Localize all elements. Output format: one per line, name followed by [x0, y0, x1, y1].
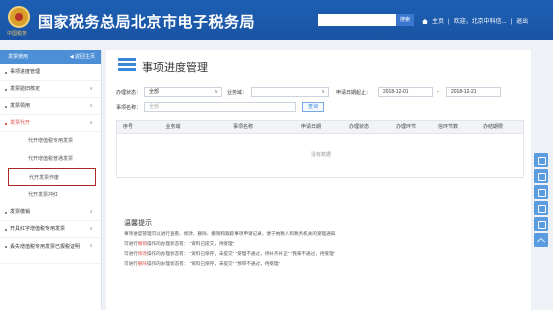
- tip-text: 操作的办理状态有： "资料已保存，未提交" "受理不通过，待补齐补正" "我来不…: [147, 251, 336, 256]
- sidebar-subitem-void[interactable]: 代开发票作废: [8, 168, 96, 186]
- bullet-icon: [5, 246, 7, 248]
- tips-title: 温馨提示: [124, 220, 152, 227]
- chevron-down-icon: ∨: [89, 226, 93, 232]
- sidebar-subitem-vat-general[interactable]: 代开增值税普通发票: [0, 150, 101, 168]
- sidebar-item-issue-on-behalf[interactable]: 发票代开 ∧: [0, 115, 101, 132]
- bullet-icon: [5, 123, 7, 125]
- date-to-input[interactable]: 2018-12-21: [446, 87, 501, 97]
- back-home-link[interactable]: ◀ 返回主页: [70, 50, 95, 64]
- chevron-down-icon: ∨: [89, 243, 93, 249]
- item-name-label: 事项名称：: [116, 105, 142, 111]
- tip-line: 事项进度管理可以进行查看、修改、删除、撤销和跟踪事项申请记录，便于纳税人和税务机…: [124, 231, 335, 237]
- col-header: 办理环节: [395, 124, 417, 130]
- business-select[interactable]: ∨: [251, 87, 329, 97]
- bullet-icon: [5, 212, 7, 214]
- tip-text: 操作的办理状态有： "资料已保存，未提交" "预审不通过，待受理": [147, 261, 281, 266]
- tip-line: 可进行撤销操作的办理状态有： "资料已提交，待受理": [124, 241, 234, 247]
- date-from-input[interactable]: 2018-12-01: [378, 87, 433, 97]
- sidebar-item-label: 丢失增值税专用发票已报税证明: [10, 244, 81, 250]
- col-header: 信环节数: [437, 124, 459, 130]
- col-header: 申请日期: [300, 124, 322, 130]
- header-separator: |: [510, 19, 513, 25]
- help-icon[interactable]: [534, 153, 548, 167]
- sidebar-item-verify[interactable]: 发票验旧核定 ∨: [0, 81, 101, 98]
- chevron-up-icon: ∧: [89, 120, 93, 126]
- bullet-icon: [5, 106, 7, 108]
- copy-icon[interactable]: [534, 217, 548, 231]
- sidebar-subitem-red-reverse[interactable]: 代开发票冲红: [0, 186, 101, 204]
- header-separator: |: [448, 19, 450, 25]
- sidebar-item-label: 发票代开: [10, 120, 31, 126]
- sidebar-title: 发票使用: [8, 54, 29, 60]
- tax-emblem-icon: [8, 6, 30, 28]
- tip-prefix: 可进行: [124, 241, 138, 246]
- back-to-top-icon[interactable]: [534, 233, 548, 247]
- chevron-down-icon: ∨: [89, 103, 93, 109]
- sidebar-item-cancel[interactable]: 发票缴销 ∨: [0, 204, 101, 221]
- tip-prefix: 可进行: [124, 261, 138, 266]
- header-search-button[interactable]: 搜索: [396, 14, 414, 26]
- empty-table-message: 没有数据: [310, 152, 331, 158]
- sidebar-item-receive[interactable]: 发票领用 ∨: [0, 98, 101, 115]
- business-label: 业务域：: [227, 90, 248, 96]
- header-links: 主页 | 欢迎，北京中科信... | 退出: [420, 16, 530, 25]
- chat-icon[interactable]: [534, 169, 548, 183]
- sidebar-item-lost-invoice[interactable]: 丢失增值税专用发票已报税证明 ∨: [0, 238, 101, 264]
- table-header: 序号 业务域 事项名称 申请日期 办理状态 办理环节 信环节数 办结期限: [116, 120, 524, 134]
- sidebar-subitem-vat-special[interactable]: 代开增值税专用发票: [0, 132, 101, 150]
- sidebar-item-label: 发票领用: [10, 103, 31, 109]
- chevron-down-icon: ∨: [89, 209, 93, 215]
- sidebar-header: 发票使用 ◀ 返回主页: [0, 50, 101, 64]
- item-name-select-value: 全部: [149, 104, 160, 110]
- welcome-user-link[interactable]: 欢迎，北京中科信...: [454, 19, 507, 25]
- col-header: 事项名称: [232, 124, 254, 130]
- tip-text: 事项进度管理可以进行查看、修改、删除、撤销和跟踪事项申请记录，便于纳税人和税务机…: [124, 231, 336, 236]
- sidebar-item-label: 事项进度管理: [10, 69, 41, 75]
- query-button[interactable]: 查询: [302, 102, 324, 112]
- site-header: 中国税务 国家税务总局北京市电子税务局 搜索 主页 | 欢迎，北京中科信... | 退出: [0, 0, 553, 40]
- tip-text: 操作的办理状态有： "资料已提交，待受理": [147, 241, 235, 246]
- bullet-icon: [5, 89, 7, 91]
- feedback-icon[interactable]: [534, 201, 548, 215]
- tip-line: 可进行删除操作的办理状态有： "资料已保存，未提交" "预审不通过，待受理": [124, 261, 280, 267]
- chevron-down-icon: ∨: [214, 89, 218, 95]
- status-select[interactable]: 全部 ∨: [144, 87, 222, 97]
- header-search-input[interactable]: [318, 14, 396, 26]
- list-icon: [118, 58, 136, 72]
- item-name-select[interactable]: 全部: [144, 102, 296, 112]
- chevron-down-icon: ∨: [89, 86, 93, 92]
- col-header: 办理状态: [348, 124, 370, 130]
- sidebar: 发票使用 ◀ 返回主页 事项进度管理 发票验旧核定 ∨ 发票领用 ∨ 发票代开 ∧ 代…: [0, 50, 102, 310]
- col-header: 业务域: [165, 124, 181, 130]
- table-body: 没有数据: [116, 134, 524, 178]
- status-label: 办理状态：: [116, 90, 142, 96]
- share-icon[interactable]: [534, 185, 548, 199]
- col-header: 办结期限: [482, 124, 504, 130]
- status-select-value: 全部: [149, 89, 160, 95]
- tip-prefix: 可进行: [124, 251, 138, 256]
- sidebar-item-label: 发票验旧核定: [10, 86, 41, 92]
- logo-subtitle: 中国税务: [7, 31, 28, 37]
- sidebar-item-label: 开具红字增值税专用发票: [10, 226, 66, 232]
- sidebar-item-label: 发票缴销: [10, 209, 31, 215]
- home-icon: [422, 19, 428, 24]
- bullet-icon: [5, 72, 7, 74]
- tip-keyword: 删除: [137, 261, 147, 266]
- chevron-down-icon: ∨: [321, 89, 325, 95]
- home-link[interactable]: 主页: [432, 19, 444, 25]
- sidebar-item-progress[interactable]: 事项进度管理: [0, 64, 101, 81]
- tip-keyword: 修改: [137, 251, 147, 256]
- tip-keyword: 撤销: [137, 241, 147, 246]
- main-panel: 事项进度管理 办理状态： 全部 ∨ 业务域： ∨ 申请日期起止： 2018-12-…: [106, 50, 531, 310]
- sidebar-item-red-invoice[interactable]: 开具红字增值税专用发票 ∨: [0, 221, 101, 238]
- date-separator: -: [437, 89, 439, 95]
- date-range-label: 申请日期起止：: [336, 90, 372, 96]
- page-title: 事项进度管理: [142, 61, 208, 74]
- tip-line: 可进行修改操作的办理状态有： "资料已保存，未提交" "受理不通过，待补齐补正"…: [124, 251, 335, 257]
- bullet-icon: [5, 229, 7, 231]
- site-title: 国家税务总局北京市电子税务局: [38, 13, 256, 31]
- col-header: 序号: [122, 124, 134, 130]
- logout-link[interactable]: 退出: [516, 19, 528, 25]
